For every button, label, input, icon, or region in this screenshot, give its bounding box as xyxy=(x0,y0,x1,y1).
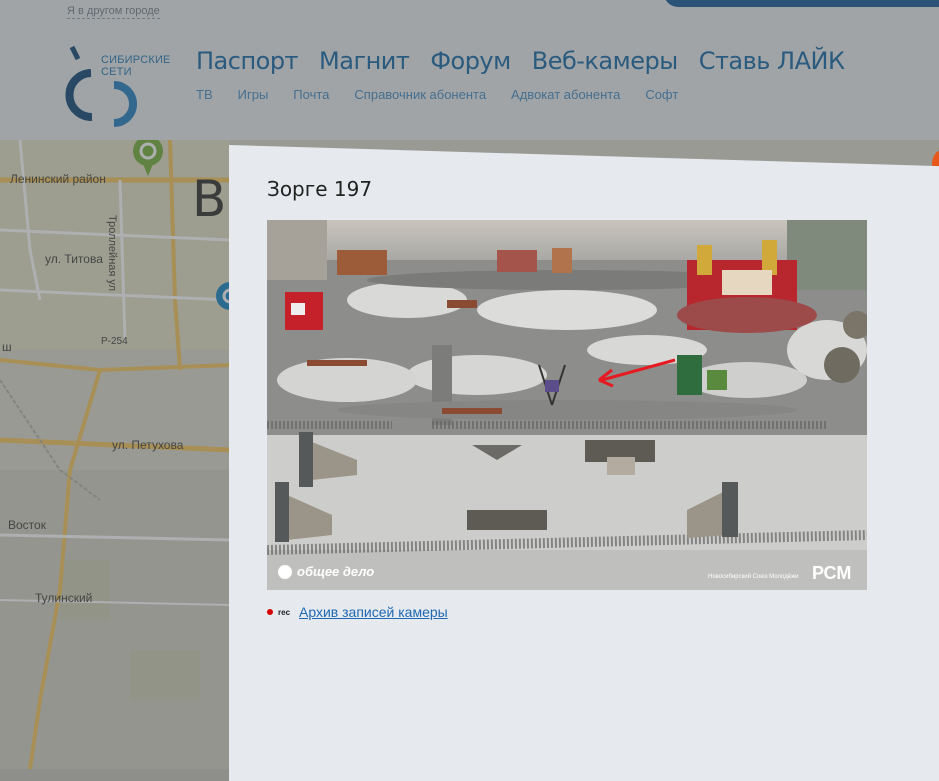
top-bar xyxy=(664,0,939,7)
webcam-modal: Зорге 197 общее дело Новосибирский Союз … xyxy=(229,145,939,781)
map-label-titova: ул. Титова xyxy=(45,252,103,266)
camera-feed[interactable]: общее дело Новосибирский Союз Молодёжи Р… xyxy=(267,220,867,590)
subnav-item-directory[interactable]: Справочник абонента xyxy=(354,87,486,102)
rec-label: rec xyxy=(278,607,291,617)
map-label-vostok: Восток xyxy=(8,518,46,532)
subnav-item-games[interactable]: Игры xyxy=(238,87,269,102)
change-city-link[interactable]: Я в другом городе xyxy=(67,5,160,19)
nav-item-like[interactable]: Ставь ЛАЙК xyxy=(699,47,845,75)
camera-feed-image: общее дело Новосибирский Союз Молодёжи Р… xyxy=(267,220,867,590)
subnav-item-mail[interactable]: Почта xyxy=(293,87,329,102)
nav-item-magnit[interactable]: Магнит xyxy=(319,47,410,75)
camera-watermark-right: РСМ xyxy=(812,563,851,583)
map-pin-green-icon[interactable] xyxy=(131,140,165,178)
subnav-item-soft[interactable]: Софт xyxy=(645,87,678,102)
subnav-item-tv[interactable]: ТВ xyxy=(196,87,213,102)
map-label-leninsky: Ленинский район xyxy=(10,172,106,186)
main-nav: Паспорт Магнит Форум Веб-камеры Ставь ЛА… xyxy=(196,47,845,75)
map-label-trolleynaya: Троллейная ул xyxy=(106,215,118,292)
map-label-petukhova: ул. Петухова xyxy=(112,438,184,452)
camera-watermark-left: общее дело xyxy=(297,564,374,579)
camera-small-text: Новосибирский Союз Молодёжи xyxy=(708,573,798,580)
logo-text-line2: сети xyxy=(101,66,132,78)
nav-item-forum[interactable]: Форум xyxy=(430,47,511,75)
logo-text-line1: Сибирские xyxy=(101,54,171,66)
nav-item-passport[interactable]: Паспорт xyxy=(196,47,299,75)
subnav-item-lawyer[interactable]: Адвокат абонента xyxy=(511,87,620,102)
logo-text: Сибирские сети xyxy=(101,54,171,78)
site-header: Я в другом городе Сибирские сети Паспорт… xyxy=(0,0,939,140)
modal-title: Зорге 197 xyxy=(267,177,373,201)
archive-row: rec Архив записей камеры xyxy=(267,604,448,620)
map-label-r254: Р-254 xyxy=(101,336,128,347)
nav-item-webcams[interactable]: Веб-камеры xyxy=(532,47,678,75)
map-label-tulinsky: Тулинский xyxy=(35,591,93,605)
map-label-sh: ш xyxy=(2,340,12,354)
sub-nav: ТВ Игры Почта Справочник абонента Адвока… xyxy=(196,87,678,102)
rec-indicator-icon xyxy=(267,609,273,615)
camera-archive-link[interactable]: Архив записей камеры xyxy=(299,604,448,620)
